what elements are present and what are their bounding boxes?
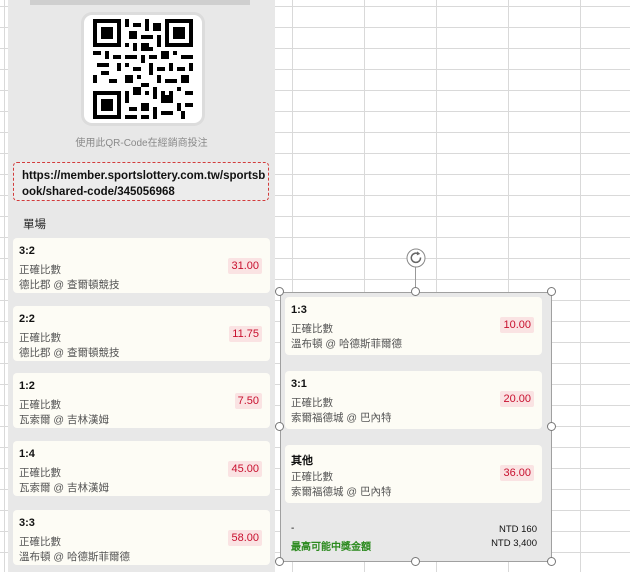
bet-odds: 31.00 (228, 258, 262, 274)
bet-card[interactable]: 其他 36.00 正確比數 索爾福德城 @ 巴內特 (285, 445, 542, 503)
bet-odds: 36.00 (500, 465, 534, 481)
qr-code-icon (84, 15, 202, 123)
resize-handle-top-right[interactable] (547, 287, 556, 296)
resize-handle-right[interactable] (547, 422, 556, 431)
bet-card[interactable]: 1:3 10.00 正確比數 溫布頓 @ 哈德斯菲爾德 (285, 297, 542, 355)
bet-score: 3:1 (291, 378, 307, 390)
resize-handle-top-left[interactable] (275, 287, 284, 296)
resize-handle-left[interactable] (275, 422, 284, 431)
stake-amount: NTD 160 (498, 524, 537, 535)
bet-score: 3:3 (19, 517, 35, 529)
resize-handle-bottom-right[interactable] (547, 557, 556, 566)
resize-handle-bottom-left[interactable] (275, 557, 284, 566)
bet-score: 1:2 (19, 380, 35, 392)
top-strip (30, 0, 250, 5)
bet-market: 正確比數 (19, 332, 61, 344)
bet-card[interactable]: 1:4 45.00 正確比數 瓦索爾 @ 吉林漢姆 (13, 441, 270, 496)
bet-market: 正確比數 (291, 471, 333, 483)
bet-match: 德比郡 @ 查爾頓競技 (19, 279, 120, 291)
summary-dash: - (291, 523, 295, 534)
bet-market: 正確比數 (19, 399, 61, 411)
bet-card[interactable]: 2:2 11.75 正確比數 德比郡 @ 查爾頓競技 (13, 306, 270, 361)
max-win-amount: NTD 3,400 (491, 538, 537, 549)
resize-handle-top[interactable] (411, 287, 420, 296)
share-link[interactable]: https://member.sportslottery.com.tw/spor… (13, 162, 269, 201)
bet-card[interactable]: 1:2 7.50 正確比數 瓦索爾 @ 吉林漢姆 (13, 373, 270, 428)
bet-odds: 7.50 (234, 393, 262, 409)
bet-match: 德比郡 @ 查爾頓競技 (19, 347, 120, 359)
bet-market: 正確比數 (19, 536, 61, 548)
bet-card[interactable]: 3:2 31.00 正確比數 德比郡 @ 查爾頓競技 (13, 238, 270, 293)
section-label: 單場 (23, 219, 46, 231)
bet-match: 瓦索爾 @ 吉林漢姆 (19, 414, 109, 426)
bet-market: 正確比數 (291, 323, 333, 335)
bet-score: 1:3 (291, 304, 307, 316)
bet-score: 1:4 (19, 448, 35, 460)
rotate-icon[interactable] (406, 248, 426, 268)
bet-match: 瓦索爾 @ 吉林漢姆 (19, 482, 109, 494)
bet-odds: 11.75 (229, 326, 262, 342)
bet-match: 索爾福德城 @ 巴內特 (291, 486, 392, 498)
bet-market: 正確比數 (19, 264, 61, 276)
bet-match: 溫布頓 @ 哈德斯菲爾德 (291, 338, 402, 350)
qr-caption: 使用此QR-Code在經銷商投注 (75, 138, 208, 149)
bet-market: 正確比數 (291, 397, 333, 409)
bet-score: 2:2 (19, 313, 35, 325)
max-win-label: 最高可能中獎金額 (291, 542, 371, 553)
bet-score: 其他 (291, 455, 313, 467)
bet-market: 正確比數 (19, 467, 61, 479)
bet-odds: 58.00 (228, 530, 262, 546)
bet-match: 索爾福德城 @ 巴內特 (291, 412, 392, 424)
bet-card[interactable]: 3:3 58.00 正確比數 溫布頓 @ 哈德斯菲爾德 (13, 510, 270, 565)
bet-card[interactable]: 3:1 20.00 正確比數 索爾福德城 @ 巴內特 (285, 371, 542, 429)
bet-odds: 10.00 (500, 317, 534, 333)
bet-score: 3:2 (19, 245, 35, 257)
resize-handle-bottom[interactable] (411, 557, 420, 566)
bet-odds: 20.00 (500, 391, 534, 407)
bet-odds: 45.00 (228, 461, 262, 477)
bet-match: 溫布頓 @ 哈德斯菲爾德 (19, 551, 130, 563)
